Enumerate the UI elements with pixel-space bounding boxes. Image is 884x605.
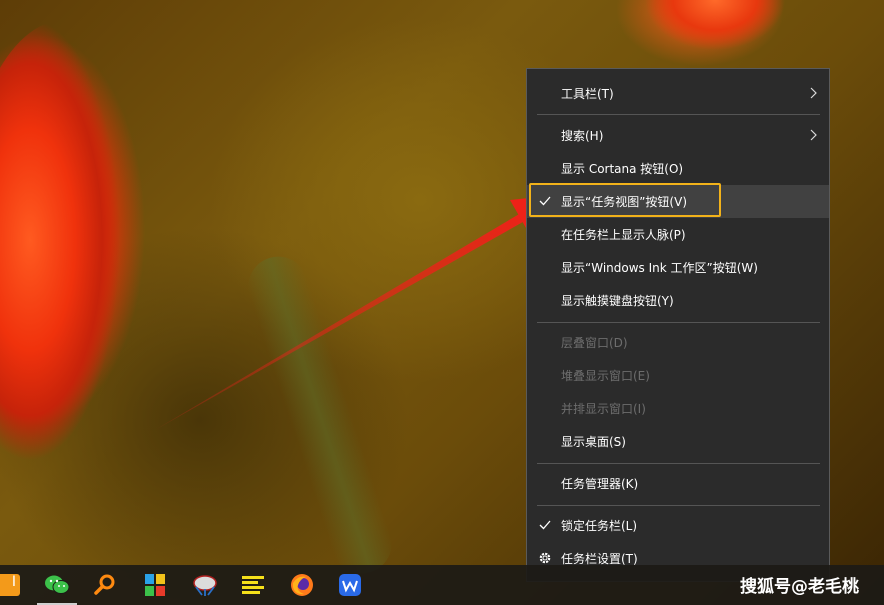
menu-item-task-view[interactable]: 显示“任务视图”按钮(V) <box>527 185 829 218</box>
notes-lines-icon[interactable] <box>233 570 273 600</box>
menu-item-lock-taskbar[interactable]: 锁定任务栏(L) <box>527 509 829 542</box>
network-globe-icon[interactable] <box>185 570 225 600</box>
menu-item-cortana[interactable]: 显示 Cortana 按钮(O) <box>527 152 829 185</box>
menu-item-label: 在任务栏上显示人脉(P) <box>561 228 686 242</box>
menu-item-label: 工具栏(T) <box>561 87 614 101</box>
colorful-blocks-icon[interactable] <box>135 570 175 600</box>
menu-separator <box>537 505 820 506</box>
menu-item-label: 显示 Cortana 按钮(O) <box>561 162 684 176</box>
menu-separator <box>537 463 820 464</box>
menu-item-side-by-side[interactable]: 并排显示窗口(I) <box>527 392 829 425</box>
wps-office-icon[interactable] <box>330 570 370 600</box>
menu-item-task-manager[interactable]: 任务管理器(K) <box>527 467 829 500</box>
menu-item-touch-keyboard[interactable]: 显示触摸键盘按钮(Y) <box>527 284 829 317</box>
menu-item-label: 显示“Windows Ink 工作区”按钮(W) <box>561 261 758 275</box>
menu-item-stack-windows[interactable]: 堆叠显示窗口(E) <box>527 359 829 392</box>
menu-item-windows-ink[interactable]: 显示“Windows Ink 工作区”按钮(W) <box>527 251 829 284</box>
menu-separator <box>537 322 820 323</box>
menu-item-cascade-windows[interactable]: 层叠窗口(D) <box>527 326 829 359</box>
menu-item-label: 显示桌面(S) <box>561 435 626 449</box>
app-tile-icon[interactable]: I <box>0 570 22 600</box>
search-magnifier-icon[interactable] <box>85 570 125 600</box>
menu-item-show-desktop[interactable]: 显示桌面(S) <box>527 425 829 458</box>
menu-item-label: 层叠窗口(D) <box>561 336 628 350</box>
menu-item-label: 锁定任务栏(L) <box>561 519 638 533</box>
menu-separator <box>537 114 820 115</box>
gear-icon <box>539 552 551 564</box>
menu-item-label: 堆叠显示窗口(E) <box>561 369 650 383</box>
checkmark-icon <box>539 196 551 206</box>
menu-item-label: 并排显示窗口(I) <box>561 402 646 416</box>
menu-item-label: 搜索(H) <box>561 129 604 143</box>
chevron-right-icon <box>810 87 817 99</box>
wechat-icon[interactable] <box>37 570 77 600</box>
menu-item-label: 显示“任务视图”按钮(V) <box>561 195 688 209</box>
chevron-right-icon <box>810 129 817 141</box>
menu-item-search[interactable]: 搜索(H) <box>527 119 829 152</box>
edge-app-label: I <box>0 574 20 596</box>
checkmark-icon <box>539 520 551 530</box>
taskbar-context-menu: 工具栏(T) 搜索(H) 显示 Cortana 按钮(O) 显示“任务视图”按钮… <box>526 68 830 582</box>
menu-item-people[interactable]: 在任务栏上显示人脉(P) <box>527 218 829 251</box>
menu-item-label: 任务管理器(K) <box>561 477 639 491</box>
watermark-text: 搜狐号@老毛桃 <box>740 577 859 597</box>
menu-item-toolbars[interactable]: 工具栏(T) <box>527 77 829 110</box>
menu-item-label: 显示触摸键盘按钮(Y) <box>561 294 674 308</box>
firefox-icon[interactable] <box>282 570 322 600</box>
